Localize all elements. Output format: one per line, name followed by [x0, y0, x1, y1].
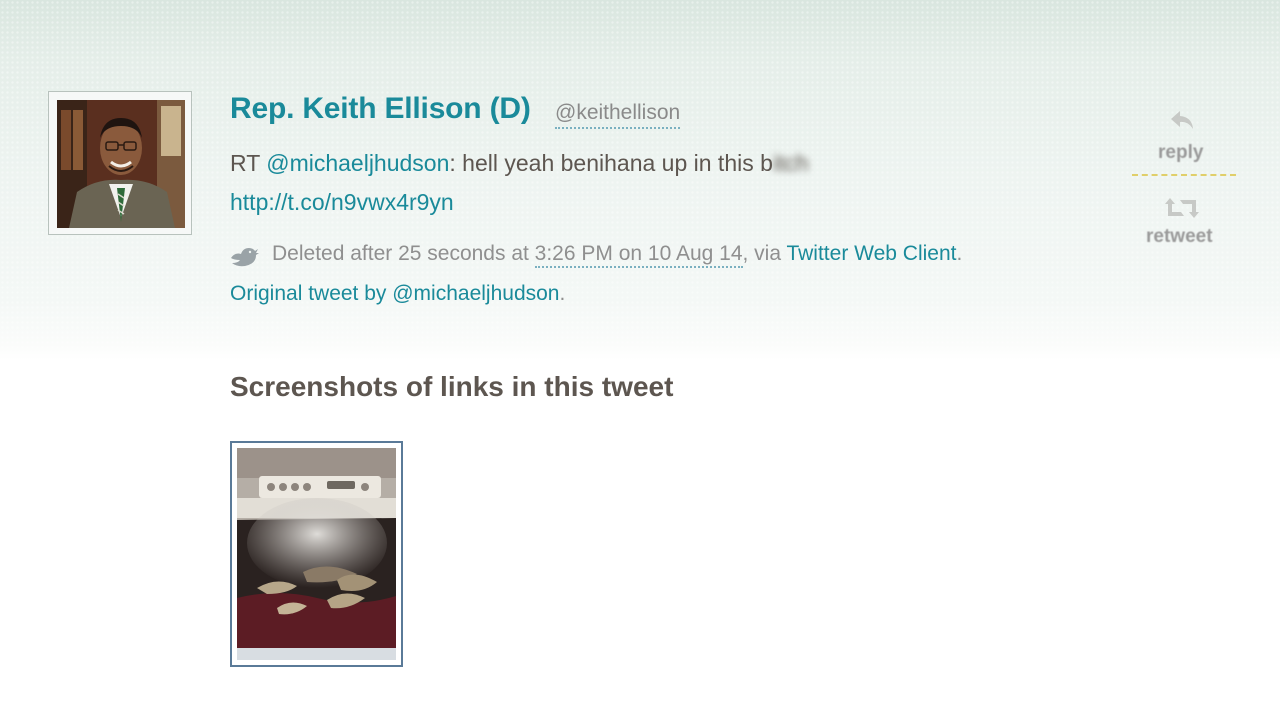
- actions-divider: [1132, 174, 1236, 176]
- tweet-text-body: : hell yeah benihana up in this b: [449, 150, 773, 176]
- deleted-prefix: Deleted after 25 seconds at: [272, 242, 535, 265]
- twitter-bird-icon: [231, 248, 259, 267]
- avatar[interactable]: [57, 100, 185, 228]
- original-tweet-link[interactable]: Original tweet by @michaeljhudson: [230, 282, 559, 305]
- original-tweet-line: Original tweet by @michaeljhudson.: [230, 282, 565, 306]
- retweet-icon[interactable]: [1164, 194, 1200, 222]
- tweet-url-link[interactable]: http://t.co/n9vwx4r9yn: [230, 189, 454, 216]
- mention-link[interactable]: @michaeljhudson: [266, 150, 449, 176]
- client-link[interactable]: Twitter Web Client: [786, 242, 956, 265]
- deleted-tweet-page: Rep. Keith Ellison (D) @keithellison RT …: [0, 0, 1280, 720]
- tweet-time[interactable]: 3:26 PM on 10 Aug 14: [534, 242, 743, 268]
- author-name[interactable]: Rep. Keith Ellison (D): [230, 92, 531, 126]
- original-end: .: [559, 282, 566, 305]
- screenshots-heading: Screenshots of links in this tweet: [230, 371, 674, 402]
- avatar-frame[interactable]: [48, 91, 192, 235]
- reply-button[interactable]: reply: [1158, 142, 1203, 164]
- tweet-text-blurred: itch: [772, 150, 809, 176]
- reply-arrow-icon[interactable]: [1168, 108, 1196, 132]
- tweet-meta: Deleted after 25 seconds at 3:26 PM on 1…: [272, 242, 963, 268]
- meta-end: .: [956, 242, 963, 265]
- retweet-button[interactable]: retweet: [1146, 226, 1213, 248]
- screenshot-image[interactable]: [237, 448, 396, 660]
- via-text: , via: [742, 242, 787, 265]
- screenshot-thumbnail[interactable]: [230, 441, 403, 667]
- tweet-text-prefix: RT: [230, 150, 267, 176]
- tweet-text: RT @michaeljhudson: hell yeah benihana u…: [230, 150, 809, 177]
- author-handle[interactable]: @keithellison: [555, 101, 681, 129]
